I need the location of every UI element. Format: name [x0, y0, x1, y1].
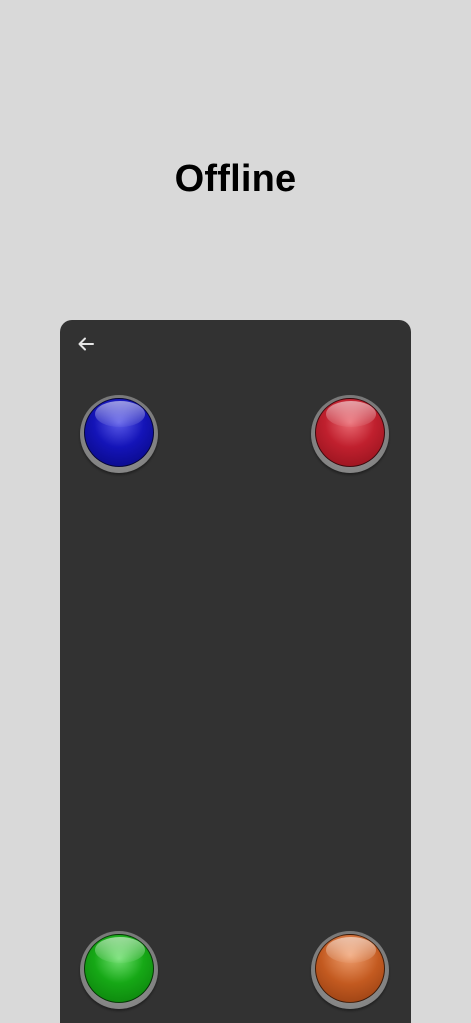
back-button[interactable] — [74, 332, 98, 356]
controller-panel — [60, 320, 411, 1023]
button-shine — [326, 401, 376, 427]
button-cap — [84, 398, 154, 467]
button-shine — [95, 401, 145, 427]
button-cap — [315, 934, 385, 1003]
button-cap — [315, 398, 385, 467]
red-button[interactable] — [311, 395, 389, 473]
button-cap — [84, 934, 154, 1003]
arrow-left-icon — [78, 337, 94, 351]
status-title: Offline — [174, 158, 297, 200]
button-shine — [326, 937, 376, 963]
green-button[interactable] — [80, 931, 158, 1009]
blue-button[interactable] — [80, 395, 158, 473]
button-shine — [95, 937, 145, 963]
orange-button[interactable] — [311, 931, 389, 1009]
